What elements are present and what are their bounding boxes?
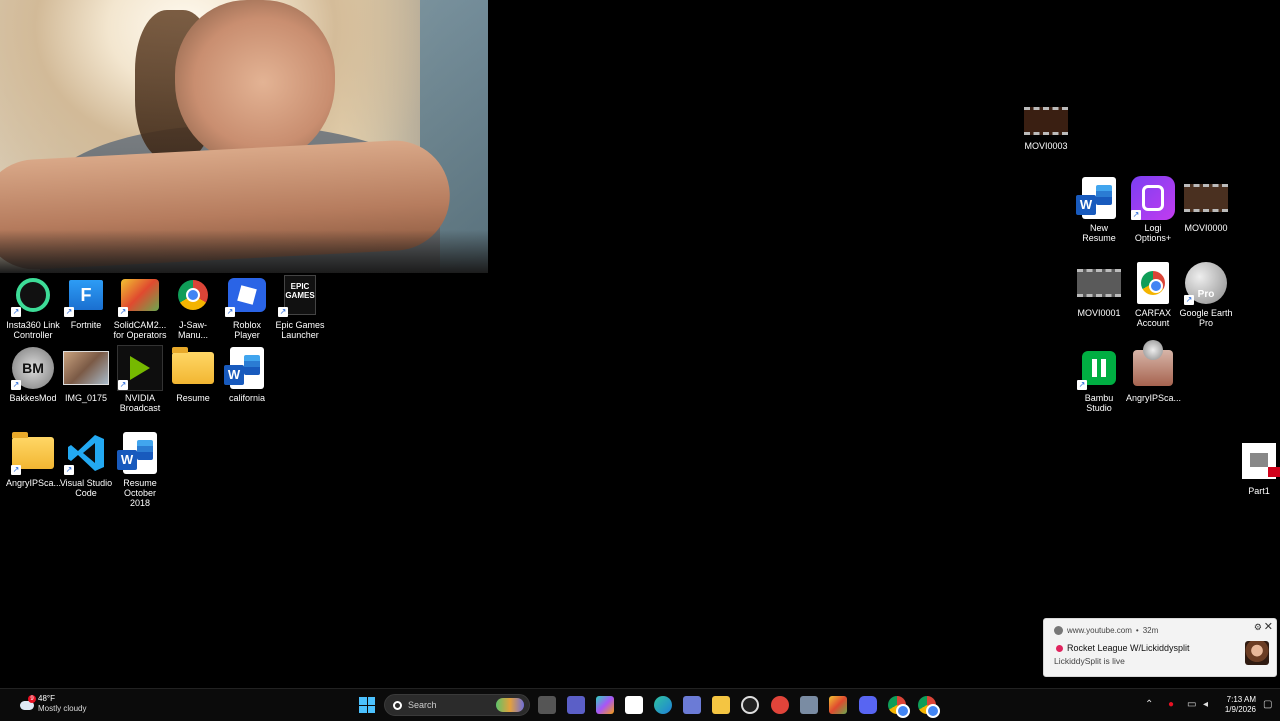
nvidia-broadcast-icon: ↗ xyxy=(117,345,163,391)
vscode-icon: ↗ xyxy=(63,430,109,476)
desktop-icon-california[interactable]: W california xyxy=(220,345,274,403)
google-earth-icon: Pro ↗ xyxy=(1183,260,1229,306)
obs-icon[interactable] xyxy=(741,696,759,714)
desktop-icon-carfax-account[interactable]: CARFAX Account xyxy=(1126,260,1180,328)
store-icon[interactable] xyxy=(625,696,643,714)
settings-icon[interactable] xyxy=(800,696,818,714)
video-thumbnail-icon xyxy=(1023,103,1069,139)
roblox-icon: ↗ xyxy=(224,272,270,318)
desktop-icon-logi-options[interactable]: ↗ Logi Options+ xyxy=(1126,175,1180,243)
desktop-icon-vscode[interactable]: ↗ Visual Studio Code xyxy=(59,430,113,498)
desktop-icon-bambu-studio[interactable]: ↗ Bambu Studio xyxy=(1072,345,1126,413)
desktop-icon-nvidia-broadcast[interactable]: ↗ NVIDIA Broadcast xyxy=(113,345,167,413)
logi-options-icon: ↗ xyxy=(1130,175,1176,221)
search-box[interactable]: Search xyxy=(384,694,530,716)
angryip-icon xyxy=(1130,340,1176,391)
insta360-icon: ↗ xyxy=(10,272,56,318)
file-explorer-icon[interactable] xyxy=(712,696,730,714)
bakkesmod-icon: BM ↗ xyxy=(10,345,56,391)
network-icon[interactable]: ▭ xyxy=(1187,699,1196,710)
clock-date: 1/9/2026 xyxy=(1224,705,1256,714)
weather-temp: 48°F xyxy=(38,694,55,703)
edge-icon[interactable] xyxy=(654,696,672,714)
notification-bell-icon[interactable]: ▢ xyxy=(1263,699,1272,710)
chrome-icon[interactable] xyxy=(888,696,910,718)
taskbar: 9 48°F Mostly cloudy Search ⌃ ● ▭ ◂ 7:13… xyxy=(0,688,1280,721)
notification-toast[interactable]: www.youtube.com • 32m ⚙ ✕ Rocket League … xyxy=(1043,618,1277,677)
clock[interactable]: 7:13 AM 1/9/2026 xyxy=(1225,695,1256,715)
bambu-studio-icon: ↗ xyxy=(1076,345,1122,391)
folder-icon: ↗ xyxy=(10,430,56,476)
webcam-person-head xyxy=(175,0,335,165)
epic-games-logo-text: EPIC GAMES xyxy=(284,275,316,315)
video-thumbnail-icon xyxy=(1183,175,1229,221)
word-doc-icon: W xyxy=(117,430,163,476)
desktop-icon-solidcam[interactable]: ↗ SolidCAM2... for Operators xyxy=(113,272,167,340)
desktop-icon-part1[interactable]: Part1 xyxy=(1232,438,1280,496)
desktop-icon-google-earth-pro[interactable]: Pro ↗ Google Earth Pro xyxy=(1179,260,1233,328)
clock-time: 7:13 AM xyxy=(1226,695,1256,704)
chrome-icon xyxy=(170,272,216,318)
desktop-icon-movi0000[interactable]: MOVI0000 xyxy=(1179,175,1233,233)
search-placeholder: Search xyxy=(408,700,437,710)
chrome-doc-icon xyxy=(1130,260,1176,306)
notification-title: Rocket League W/Lickiddysplit xyxy=(1056,643,1190,653)
desktop-icon-epic-games[interactable]: EPIC GAMES ↗ Epic Games Launcher xyxy=(273,272,327,340)
chrome-alt-icon[interactable] xyxy=(918,696,940,718)
word-doc-icon: W xyxy=(1076,175,1122,221)
search-highlight-icon xyxy=(496,698,524,712)
desktop-icon-fortnite[interactable]: F ↗ Fortnite xyxy=(59,272,113,330)
notification-settings-icon[interactable]: ⚙ xyxy=(1254,622,1262,633)
webcam-shadow xyxy=(0,230,488,273)
start-button[interactable] xyxy=(359,697,375,713)
search-icon xyxy=(393,700,402,710)
weather-widget[interactable]: 9 48°F Mostly cloudy xyxy=(18,694,86,714)
discord-icon[interactable] xyxy=(859,696,877,714)
notification-source: www.youtube.com • 32m xyxy=(1054,626,1158,635)
desktop-icon-resume-october-2018[interactable]: W Resume October 2018 xyxy=(113,430,167,508)
desktop-icon-insta360[interactable]: ↗ Insta360 Link Controller xyxy=(6,272,60,340)
notification-close-icon[interactable]: ✕ xyxy=(1264,620,1273,633)
epic-games-icon: EPIC GAMES ↗ xyxy=(277,272,323,318)
chevron-up-icon[interactable]: ⌃ xyxy=(1145,699,1153,710)
game-controller-icon[interactable] xyxy=(683,696,701,714)
desktop-icon-j-saw-manual[interactable]: J-Saw-Manu... xyxy=(166,272,220,340)
solidworks-icon[interactable] xyxy=(829,696,847,714)
desktop-icon-angryipscanner-folder[interactable]: ↗ AngryIPSca... xyxy=(6,430,61,488)
volume-icon[interactable]: ◂ xyxy=(1203,699,1208,710)
solidcam-icon: ↗ xyxy=(117,272,163,318)
desktop-icon-angryipscanner[interactable]: AngryIPSca... xyxy=(1126,340,1181,403)
notification-body: LickiddySplit is live xyxy=(1054,656,1125,666)
desktop-icon-new-resume[interactable]: W New Resume xyxy=(1072,175,1126,243)
desktop-icon-resume-folder[interactable]: Resume xyxy=(166,345,220,403)
avatar xyxy=(1245,641,1269,665)
weather-icon: 9 xyxy=(18,695,36,711)
word-doc-icon: W xyxy=(224,345,270,391)
desktop-icon-roblox[interactable]: ↗ Roblox Player xyxy=(220,272,274,340)
chrome-small-icon xyxy=(1054,626,1063,635)
video-thumbnail-icon xyxy=(1076,260,1122,306)
webcam-overlay xyxy=(0,0,488,273)
weather-desc: Mostly cloudy xyxy=(38,704,87,713)
desktop-icon-img-0175[interactable]: IMG_0175 xyxy=(59,345,113,403)
red-app-icon[interactable] xyxy=(771,696,789,714)
folder-icon xyxy=(170,345,216,391)
zoom-icon[interactable] xyxy=(567,696,585,714)
microphone-icon[interactable]: ● xyxy=(1168,699,1174,710)
photo-icon xyxy=(63,345,109,391)
task-view-icon[interactable] xyxy=(538,696,556,714)
fortnite-icon: F ↗ xyxy=(63,272,109,318)
desktop-icon-movi0001[interactable]: MOVI0001 xyxy=(1072,260,1126,318)
solidworks-part-icon xyxy=(1236,438,1280,484)
desktop-icon-bakkesmod[interactable]: BM ↗ BakkesMod xyxy=(6,345,60,403)
desktop-icon-movi0003[interactable]: MOVI0003 xyxy=(1019,103,1073,151)
copilot-icon[interactable] xyxy=(596,696,614,714)
weather-badge: 9 xyxy=(28,695,36,703)
live-dot-icon xyxy=(1056,644,1063,652)
